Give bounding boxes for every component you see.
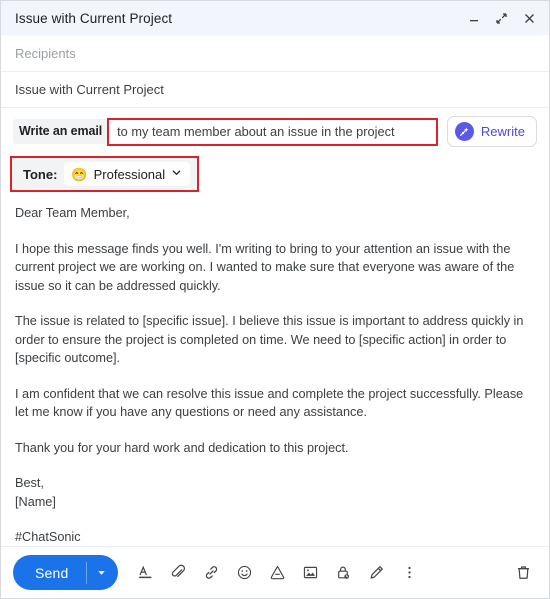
confidential-mode-icon[interactable] [330, 559, 358, 587]
window-title: Issue with Current Project [15, 10, 173, 26]
insert-emoji-icon[interactable] [231, 559, 259, 587]
body-greeting: Dear Team Member, [15, 206, 130, 220]
write-an-email-chip[interactable]: Write an email [13, 119, 109, 144]
rewrite-button[interactable]: Rewrite [446, 116, 537, 147]
title-bar: Issue with Current Project [1, 1, 549, 35]
body-hashtag: #ChatSonic [15, 530, 81, 544]
body-signature-name: [Name] [15, 494, 56, 509]
recipients-field[interactable]: Recipients [1, 35, 549, 72]
more-options-icon[interactable] [396, 559, 424, 587]
magic-wand-icon [454, 122, 474, 141]
body-paragraph-4: Thank you for your hard work and dedicat… [15, 440, 349, 455]
body-paragraph-1: I hope this message finds you well. I'm … [15, 241, 515, 293]
toolbar-icons [132, 559, 424, 587]
body-signoff: Best, [15, 476, 44, 490]
compose-toolbar: Send [1, 546, 549, 598]
window-controls [466, 11, 537, 26]
insert-signature-icon[interactable] [363, 559, 391, 587]
format-text-icon[interactable] [132, 559, 160, 587]
send-button-group[interactable]: Send [13, 555, 118, 590]
send-options-caret-down-icon[interactable] [87, 555, 118, 590]
body-paragraph-2: The issue is related to [specific issue]… [15, 314, 524, 365]
delete-draft-icon[interactable] [509, 559, 537, 587]
subject-field[interactable]: Issue with Current Project [1, 72, 549, 108]
minimize-icon[interactable] [466, 11, 481, 26]
recipients-placeholder: Recipients [15, 46, 76, 61]
grinning-face-icon: 😁 [71, 166, 88, 182]
subject-value: Issue with Current Project [15, 82, 164, 97]
ai-prompt-bar: Write an email to my team member about a… [1, 108, 549, 153]
tone-label: Tone: [23, 166, 58, 182]
tone-value: Professional [93, 166, 166, 182]
email-body[interactable]: Dear Team Member, I hope this message fi… [1, 192, 549, 546]
rewrite-label: Rewrite [480, 124, 525, 139]
body-paragraph-3: I am confident that we can resolve this … [15, 386, 524, 420]
tone-dropdown[interactable]: 😁 Professional [64, 162, 191, 186]
chevron-down-icon [171, 165, 182, 183]
compose-window: Issue with Current Project Recipients Is… [0, 0, 550, 599]
attach-file-icon[interactable] [165, 559, 193, 587]
close-icon[interactable] [522, 11, 537, 26]
expand-icon[interactable] [494, 11, 509, 26]
prompt-input[interactable]: to my team member about an issue in the … [107, 117, 438, 146]
tone-selector[interactable]: Tone: 😁 Professional [10, 156, 200, 192]
send-button[interactable]: Send [13, 565, 86, 581]
insert-photo-icon[interactable] [297, 559, 325, 587]
insert-drive-icon[interactable] [264, 559, 292, 587]
insert-link-icon[interactable] [198, 559, 226, 587]
